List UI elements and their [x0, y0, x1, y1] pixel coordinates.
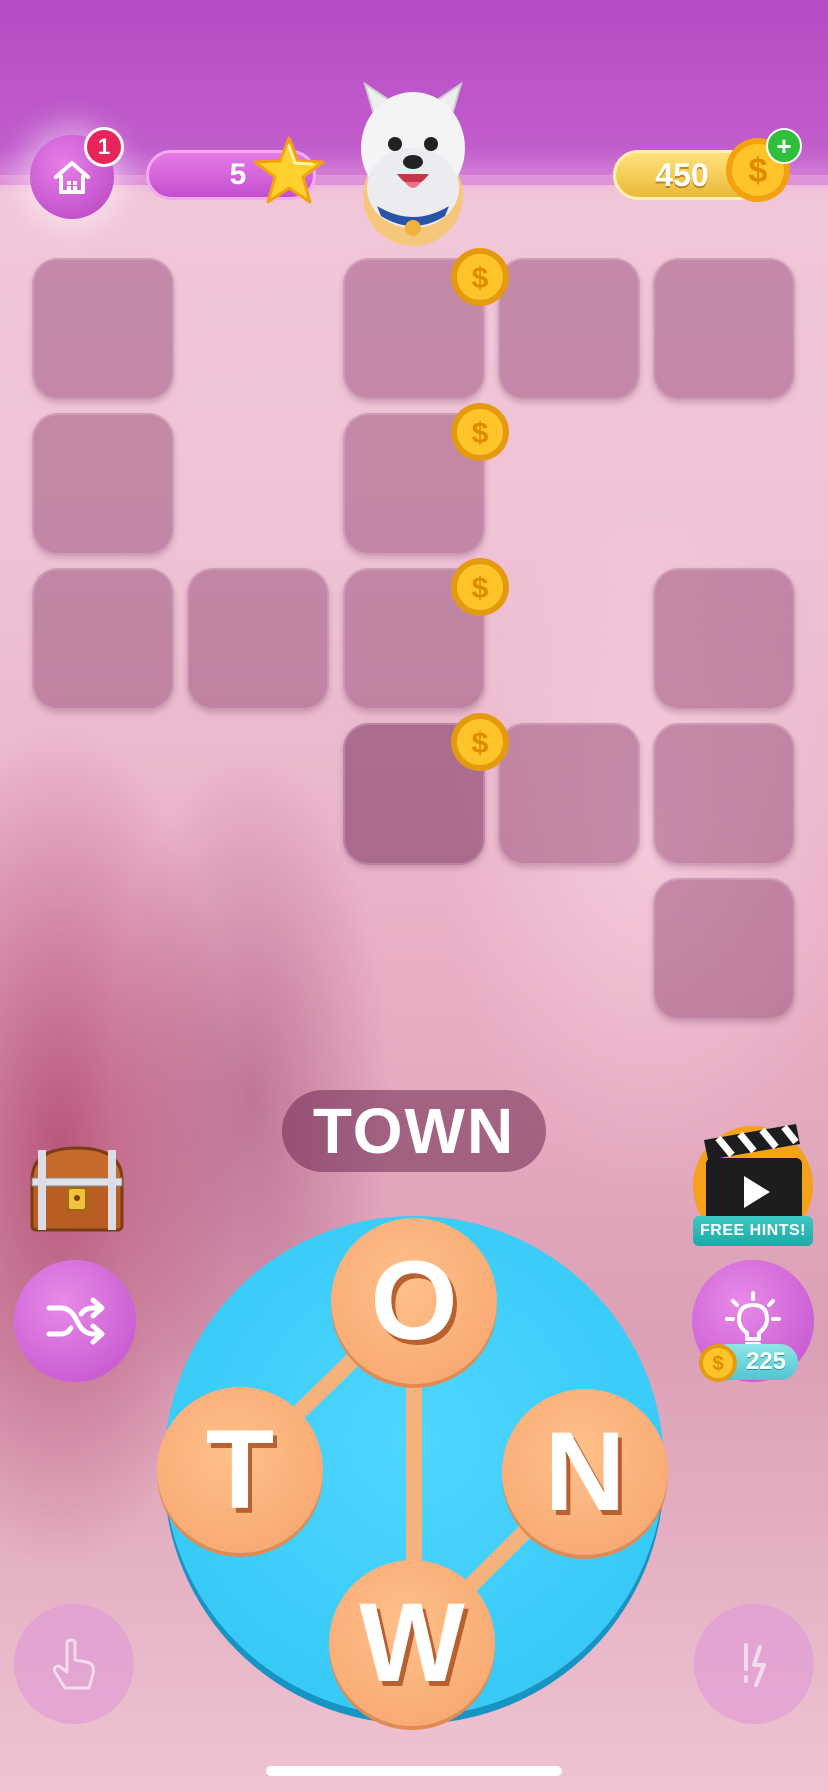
grid-cell	[653, 568, 795, 710]
grid-cell	[498, 258, 640, 400]
letter-tile[interactable]: W	[329, 1560, 495, 1726]
current-word: TOWN	[282, 1090, 546, 1172]
grid-cell	[653, 878, 795, 1020]
lightning-icon	[744, 1643, 766, 1687]
coin-icon: $	[451, 558, 509, 616]
pointing-hand-icon	[53, 1638, 95, 1690]
house-icon	[54, 161, 90, 194]
svg-text:$: $	[472, 572, 489, 605]
coin-icon: $	[451, 248, 509, 306]
home-indicator[interactable]	[266, 1766, 562, 1776]
treasure-chest-icon[interactable]	[24, 1140, 130, 1236]
finger-hint-button[interactable]	[14, 1604, 134, 1724]
hint-cost: 225	[745, 1348, 787, 1375]
letter-tile[interactable]: N	[502, 1389, 668, 1555]
letter-tile[interactable]: T	[157, 1387, 323, 1553]
shuffle-icon	[46, 1297, 105, 1345]
grid-cell	[187, 568, 329, 710]
grid-cell	[653, 723, 795, 865]
svg-text:$: $	[749, 152, 768, 190]
power-hint-button[interactable]	[694, 1604, 814, 1724]
add-coins-button[interactable]: +	[766, 128, 802, 164]
svg-text:$: $	[472, 727, 489, 760]
notification-badge: 1	[84, 127, 124, 167]
svg-text:$: $	[712, 1353, 723, 1375]
grid-cell	[32, 413, 174, 555]
coin-balance: 450	[655, 157, 709, 193]
svg-text:$: $	[472, 417, 489, 450]
grid-cell	[653, 258, 795, 400]
shuffle-button[interactable]	[14, 1260, 136, 1382]
free-hints-label[interactable]: FREE HINTS!	[693, 1216, 813, 1246]
grid-cell	[498, 723, 640, 865]
coin-icon: $	[451, 403, 509, 461]
lightbulb-icon	[725, 1291, 781, 1346]
coin-icon: $	[451, 713, 509, 771]
letter-tile[interactable]: O	[331, 1218, 497, 1384]
svg-text:$: $	[472, 262, 489, 295]
grid-cell	[32, 258, 174, 400]
coin-icon: $	[699, 1344, 737, 1382]
dog-avatar	[361, 81, 465, 246]
grid-cell	[32, 568, 174, 710]
star-icon	[253, 136, 325, 204]
